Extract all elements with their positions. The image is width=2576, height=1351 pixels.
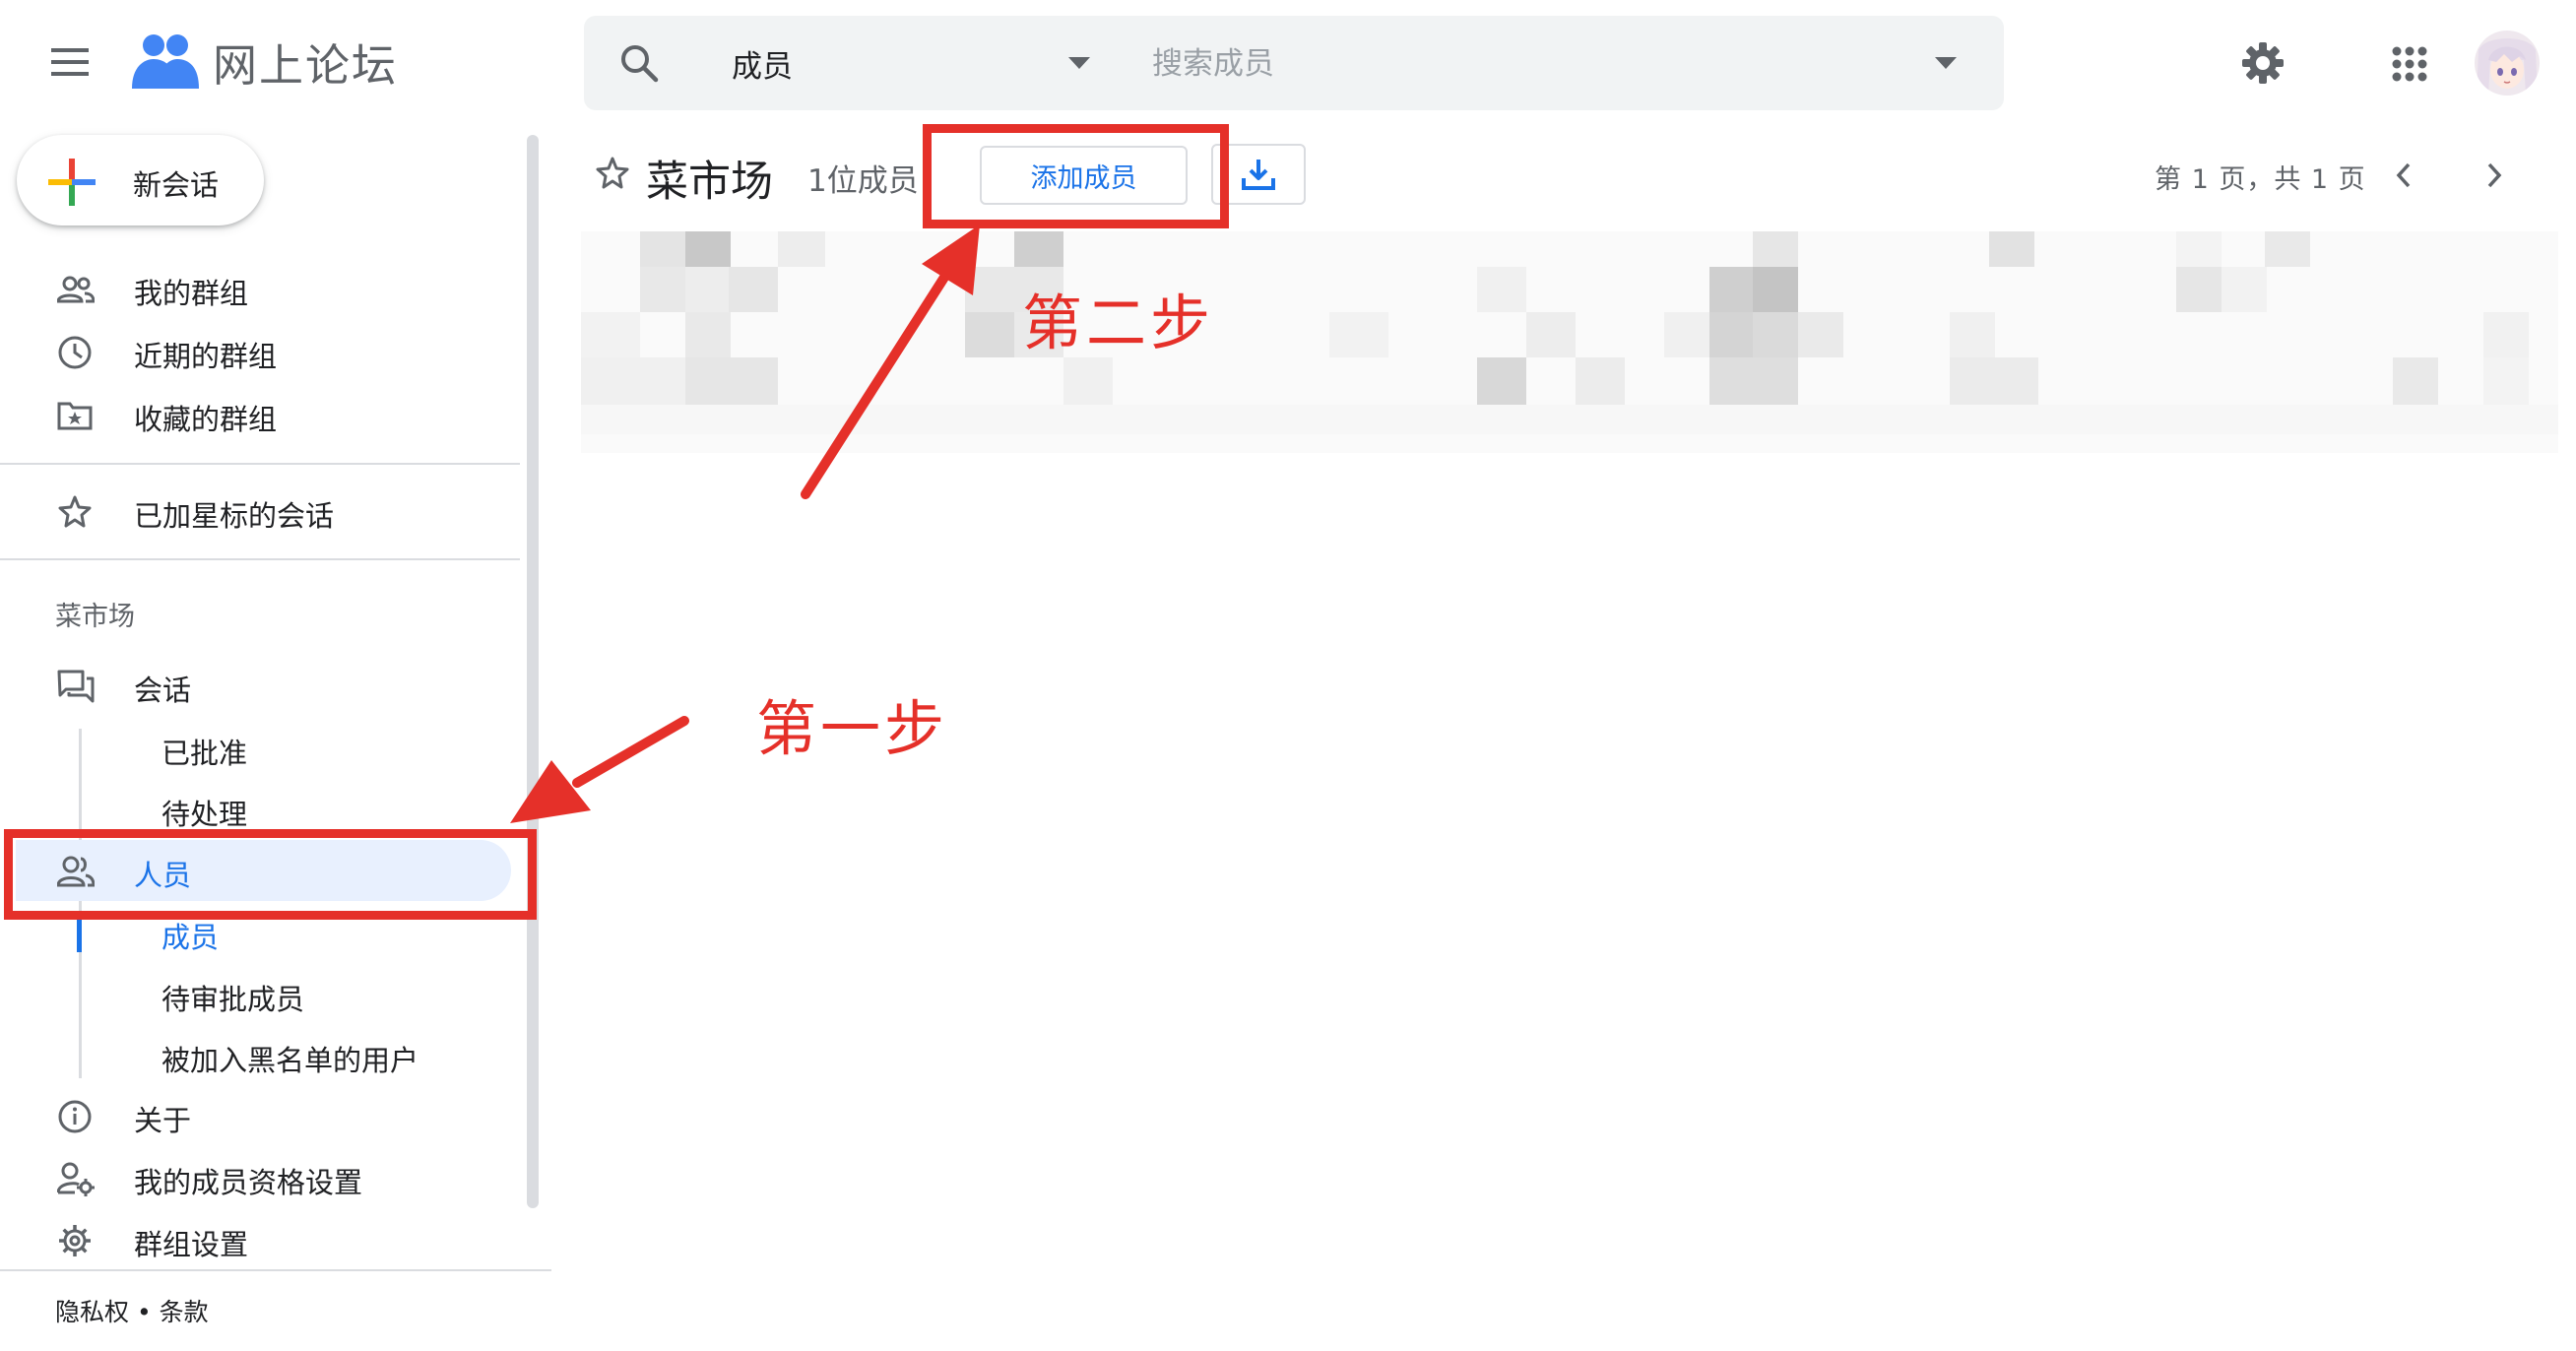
pagination-text: 第 1 页，共 1 页 [2155,164,2366,195]
user-avatar[interactable] [2475,31,2540,96]
groups-icon [57,272,95,307]
forum-icon [57,669,95,704]
search-options-caret-icon[interactable] [1935,57,1957,69]
sidebar-item-label: 已加星标的会话 [134,499,335,533]
sidebar-item-label: 被加入黑名单的用户 [161,1044,419,1077]
gear-icon [57,1223,93,1258]
sidebar-item-label: 会话 [134,674,192,707]
new-chat-label: 新会话 [133,168,220,202]
sidebar-item-starred[interactable]: 已加星标的会话 [0,481,512,542]
group-name: 菜市场 [646,158,773,207]
sidebar-item-label: 群组设置 [134,1228,249,1261]
sidebar-item-recent-groups[interactable]: 近期的群组 [0,321,512,382]
search-scope-select[interactable]: 成员 [732,41,793,86]
member-count: 1位成员 [807,163,919,199]
sidebar-item-membership-settings[interactable]: 我的成员资格设置 [0,1147,512,1208]
caret-down-icon[interactable] [1068,57,1090,69]
sidebar-divider [0,1269,551,1271]
app-title[interactable]: 网上论坛 [213,30,398,94]
sidebar-item-favorite-groups[interactable]: 收藏的群组 [0,384,512,445]
group-section-title: 菜市场 [55,602,135,632]
search-input[interactable] [1150,33,1922,95]
apps-grid-icon[interactable] [2387,41,2432,87]
sidebar-item-label: 关于 [134,1104,192,1137]
sidebar-item-group-settings[interactable]: 群组设置 [0,1209,512,1270]
annotation-step-one: 第一步 [756,694,949,764]
sidebar-item-my-groups[interactable]: 我的群组 [0,258,512,319]
star-outline-icon[interactable] [595,156,630,191]
chevron-right-icon[interactable] [2483,161,2505,189]
sidebar-divider [0,558,520,560]
annotation-box-add-member [923,124,1229,228]
sidebar-subitem-pending-members[interactable]: 待审批成员 [0,965,512,1022]
top-bar: 网上论坛 成员 [0,0,2576,124]
search-icon[interactable] [619,43,659,83]
redacted-member-row[interactable] [581,231,2558,453]
sidebar-item-label: 已批准 [161,737,248,770]
hamburger-menu-icon[interactable] [43,39,97,85]
clock-icon [57,335,93,370]
sidebar-subitem-approved[interactable]: 已批准 [0,719,512,776]
sidebar-item-label: 收藏的群组 [134,403,278,436]
sidebar-divider [0,463,520,465]
info-icon [57,1099,93,1134]
gear-icon[interactable] [2235,35,2290,91]
sidebar-subitem-banned-users[interactable]: 被加入黑名单的用户 [0,1026,512,1083]
sidebar-item-label: 近期的群组 [134,340,278,373]
search-bar[interactable]: 成员 [584,16,2004,110]
chevron-left-icon[interactable] [2393,161,2415,189]
folder-star-icon [57,398,93,433]
sidebar-item-about[interactable]: 关于 [0,1085,512,1146]
person-settings-icon [57,1161,95,1196]
annotation-box-people [4,829,537,920]
star-outline-icon [57,494,93,530]
sidebar-item-chats[interactable]: 会话 [0,655,512,716]
sidebar-item-label: 待处理 [161,798,248,831]
colorful-plus-icon [48,159,96,206]
download-icon [1241,157,1276,192]
privacy-terms-link[interactable]: 隐私权 • 条款 [55,1293,209,1328]
sidebar-item-label: 成员 [161,921,220,954]
new-chat-button[interactable]: 新会话 [17,135,264,225]
sidebar-scrollbar[interactable] [527,135,539,1208]
people-logo-icon[interactable] [132,32,199,93]
annotation-step-two: 第二步 [1022,289,1215,358]
sidebar-item-label: 我的成员资格设置 [134,1166,363,1199]
sidebar-item-label: 我的群组 [134,277,249,310]
sidebar-item-label: 待审批成员 [161,983,305,1016]
